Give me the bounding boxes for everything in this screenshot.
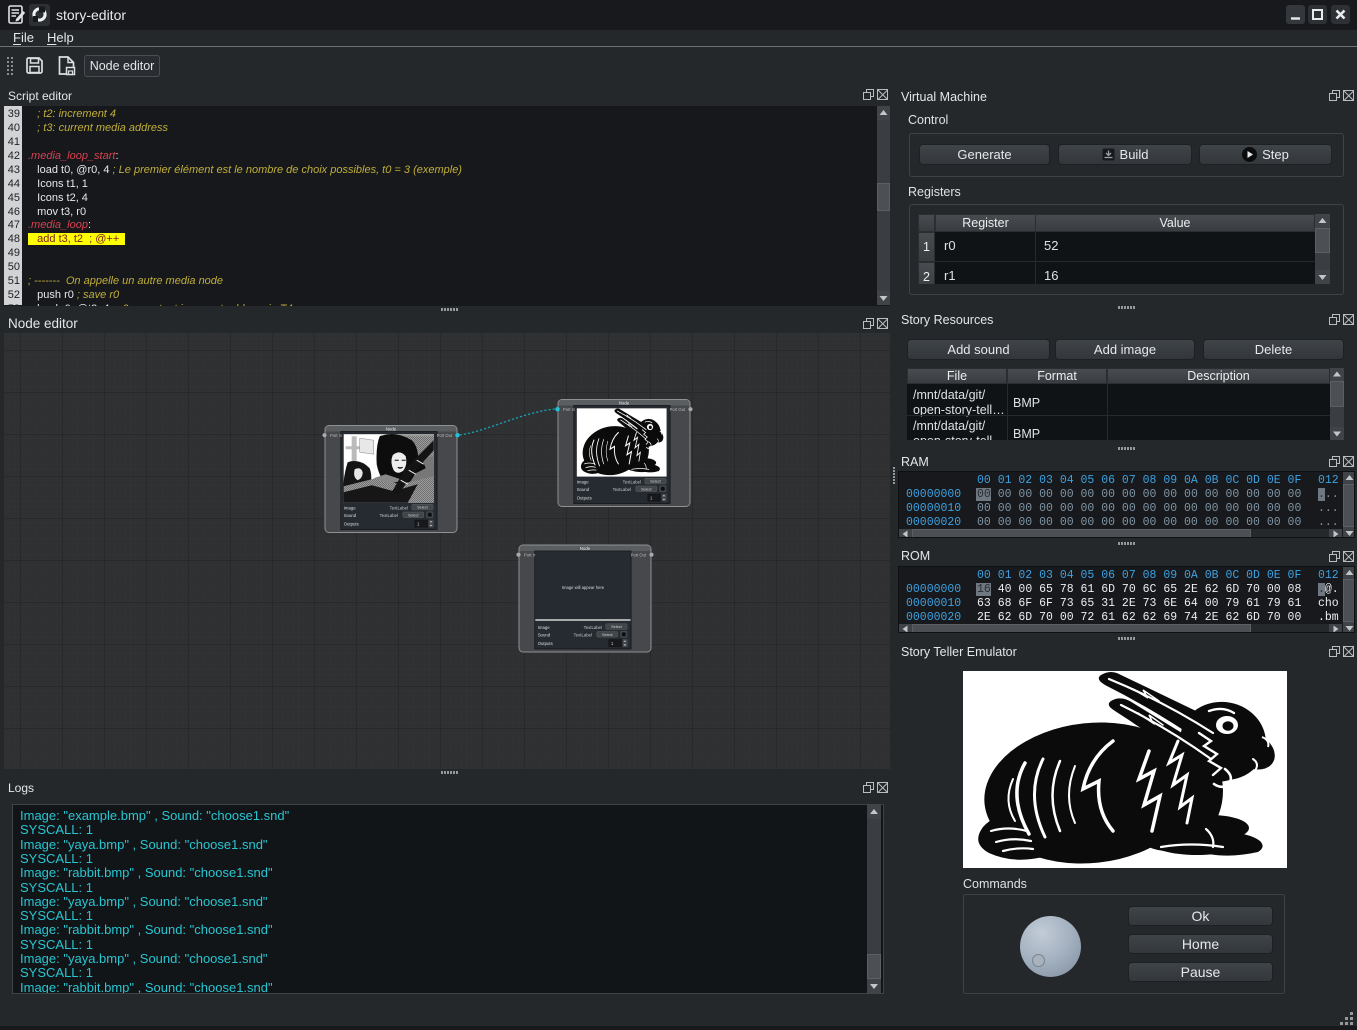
svg-text:Image will appear here: Image will appear here xyxy=(562,585,605,590)
